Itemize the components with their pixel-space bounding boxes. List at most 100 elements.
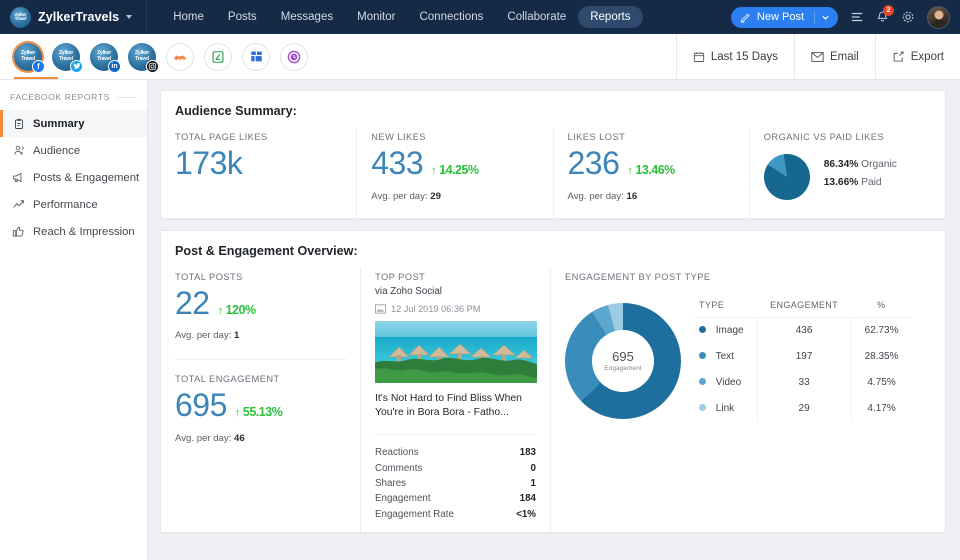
top-post-title[interactable]: It's Not Hard to Find Bliss When You're … [375,392,536,422]
engagement-by-post-type-panel: ENGAGEMENT BY POST TYPE 695 Engagement [551,268,945,532]
handshake-app-icon[interactable] [166,43,194,71]
metric-delta: ↑ 13.46% [627,164,674,178]
table-row: Link 29 4.17% [695,396,912,422]
cell-percent: 4.17% [851,396,911,422]
channel-bar: Zylker Travel f Zylker Travel Zylker Tra… [0,34,960,80]
pie-legend-pct: 13.66% [824,177,859,188]
metric-delta-value: 120% [226,303,256,317]
nav-item-connections[interactable]: Connections [407,6,495,28]
metric-average-value: 29 [430,191,441,202]
brand-switcher[interactable]: Zylker Travel ZylkerTravels [0,0,147,34]
table-header-row: TYPE ENGAGEMENT % [695,300,912,318]
new-post-button[interactable]: New Post [731,7,838,28]
stat-value: 184 [520,493,536,504]
metric-label: TOTAL PAGE LIKES [175,132,342,142]
nav-item-messages[interactable]: Messages [269,6,345,28]
channel-facebook[interactable]: Zylker Travel f [14,43,42,71]
cell-type: Link [695,396,757,422]
main-nav-links: Home Posts Messages Monitor Connections … [147,6,642,28]
stat-name: Shares [375,478,406,489]
sidebar-item-label: Summary [33,118,85,130]
metric-value: 22 [175,286,210,321]
brand-logo-text: Zylker Travel [10,13,31,22]
sidebar-item-summary[interactable]: Summary [0,110,147,137]
page-body: FACEBOOK REPORTS Summary [0,80,960,560]
donut-center-value: 695 [612,349,634,364]
column-header-engagement: ENGAGEMENT [757,300,851,318]
stat-name: Engagement Rate [375,509,454,520]
sidebar-heading-label: FACEBOOK REPORTS [10,92,110,102]
sidebar-item-reach-impression[interactable]: Reach & Impression [0,218,147,245]
envelope-icon [811,51,824,63]
sidebar-heading: FACEBOOK REPORTS [0,92,147,102]
metric-value-row: 433 ↑ 14.25% [371,146,538,181]
channel-instagram[interactable]: Zylker Travel [128,43,156,71]
top-post-label: TOP POST [375,272,536,282]
image-icon [375,304,386,314]
top-post-timestamp: 12 Jul 2019 06:36 PM [391,304,480,314]
date-range-button[interactable]: Last 15 Days [676,34,794,80]
metric-label: ORGANIC VS PAID LIKES [764,132,931,142]
channel-twitter[interactable]: Zylker Travel [52,43,80,71]
menu-icon[interactable] [850,10,864,24]
user-avatar[interactable] [927,6,950,29]
gear-icon[interactable] [901,10,915,24]
audience-summary-card: Audience Summary: TOTAL PAGE LIKES 173k … [160,90,946,219]
table-row: Image 436 62.73% [695,317,912,344]
linkedin-icon: in [108,60,121,73]
clock-app-icon[interactable] [280,43,308,71]
nav-item-posts[interactable]: Posts [216,6,269,28]
post-engagement-metrics: TOTAL POSTS 22 ↑ 120% Avg. per day: 1 [161,268,361,532]
stat-value: 1 [531,478,536,489]
arrow-up-icon: ↑ [218,305,223,317]
desk-app-icon[interactable] [204,43,232,71]
donut-slice-group: 695 Engagement [565,303,681,419]
arrow-up-icon: ↑ [235,407,240,419]
organic-paid-pie-chart: 86.34% Organic 13.66% Paid [764,146,931,200]
metric-label: TOTAL ENGAGEMENT [175,374,346,384]
grid-app-icon[interactable] [242,43,270,71]
engagement-table: TYPE ENGAGEMENT % Imag [695,300,912,422]
chevron-down-icon[interactable] [821,13,830,22]
metric-label: LIKES LOST [568,132,735,142]
cell-engagement: 33 [757,370,851,396]
stat-value: <1% [516,509,536,520]
notifications-bell-icon[interactable]: 2 [876,10,889,24]
top-navigation-bar: Zylker Travel ZylkerTravels Home Posts M… [0,0,960,34]
audience-metrics-row: TOTAL PAGE LIKES 173k NEW LIKES 433 ↑ 14… [161,128,945,218]
pie-legend-item-paid: 13.66% Paid [824,177,897,188]
sidebar-item-audience[interactable]: Audience [0,137,147,164]
megaphone-icon [12,171,25,184]
nav-item-monitor[interactable]: Monitor [345,6,407,28]
metric-value-row: 695 ↑ 55.13% [175,388,346,423]
metric-delta-value: 14.25% [439,163,478,177]
table-row: Video 33 4.75% [695,370,912,396]
metric-value: 173k [175,146,342,181]
export-icon [892,50,905,63]
metric-total-engagement: TOTAL ENGAGEMENT 695 ↑ 55.13% Avg. per d… [175,374,346,444]
sidebar-item-performance[interactable]: Performance [0,191,147,218]
post-engagement-card: Post & Engagement Overview: TOTAL POSTS … [160,230,946,533]
nav-item-reports[interactable]: Reports [578,6,642,28]
clipboard-icon [12,117,25,130]
pie-legend-name: Paid [861,177,881,188]
sidebar-item-posts-engagement[interactable]: Posts & Engagement [0,164,147,191]
export-label: Export [911,51,944,63]
post-engagement-title: Post & Engagement Overview: [161,231,945,268]
nav-item-collaborate[interactable]: Collaborate [495,6,578,28]
legend-dot-icon [699,352,706,359]
metric-average: Avg. per day: 46 [175,433,346,444]
top-post-thumbnail[interactable] [375,321,537,383]
top-post-source: via Zoho Social [375,286,536,297]
nav-item-home[interactable]: Home [161,6,216,28]
metric-delta: ↑ 55.13% [235,406,282,420]
metric-value: 433 [371,146,423,181]
new-post-divider [814,11,815,24]
channel-linkedin[interactable]: Zylker Travel in [90,43,118,71]
metric-likes-lost: LIKES LOST 236 ↑ 13.46% Avg. per day: 16 [554,128,750,218]
metric-delta-value: 55.13% [243,405,282,419]
metric-average-label: Avg. per day: [568,191,624,202]
export-button[interactable]: Export [875,34,960,80]
cell-percent: 62.73% [851,317,911,344]
email-button[interactable]: Email [794,34,875,80]
